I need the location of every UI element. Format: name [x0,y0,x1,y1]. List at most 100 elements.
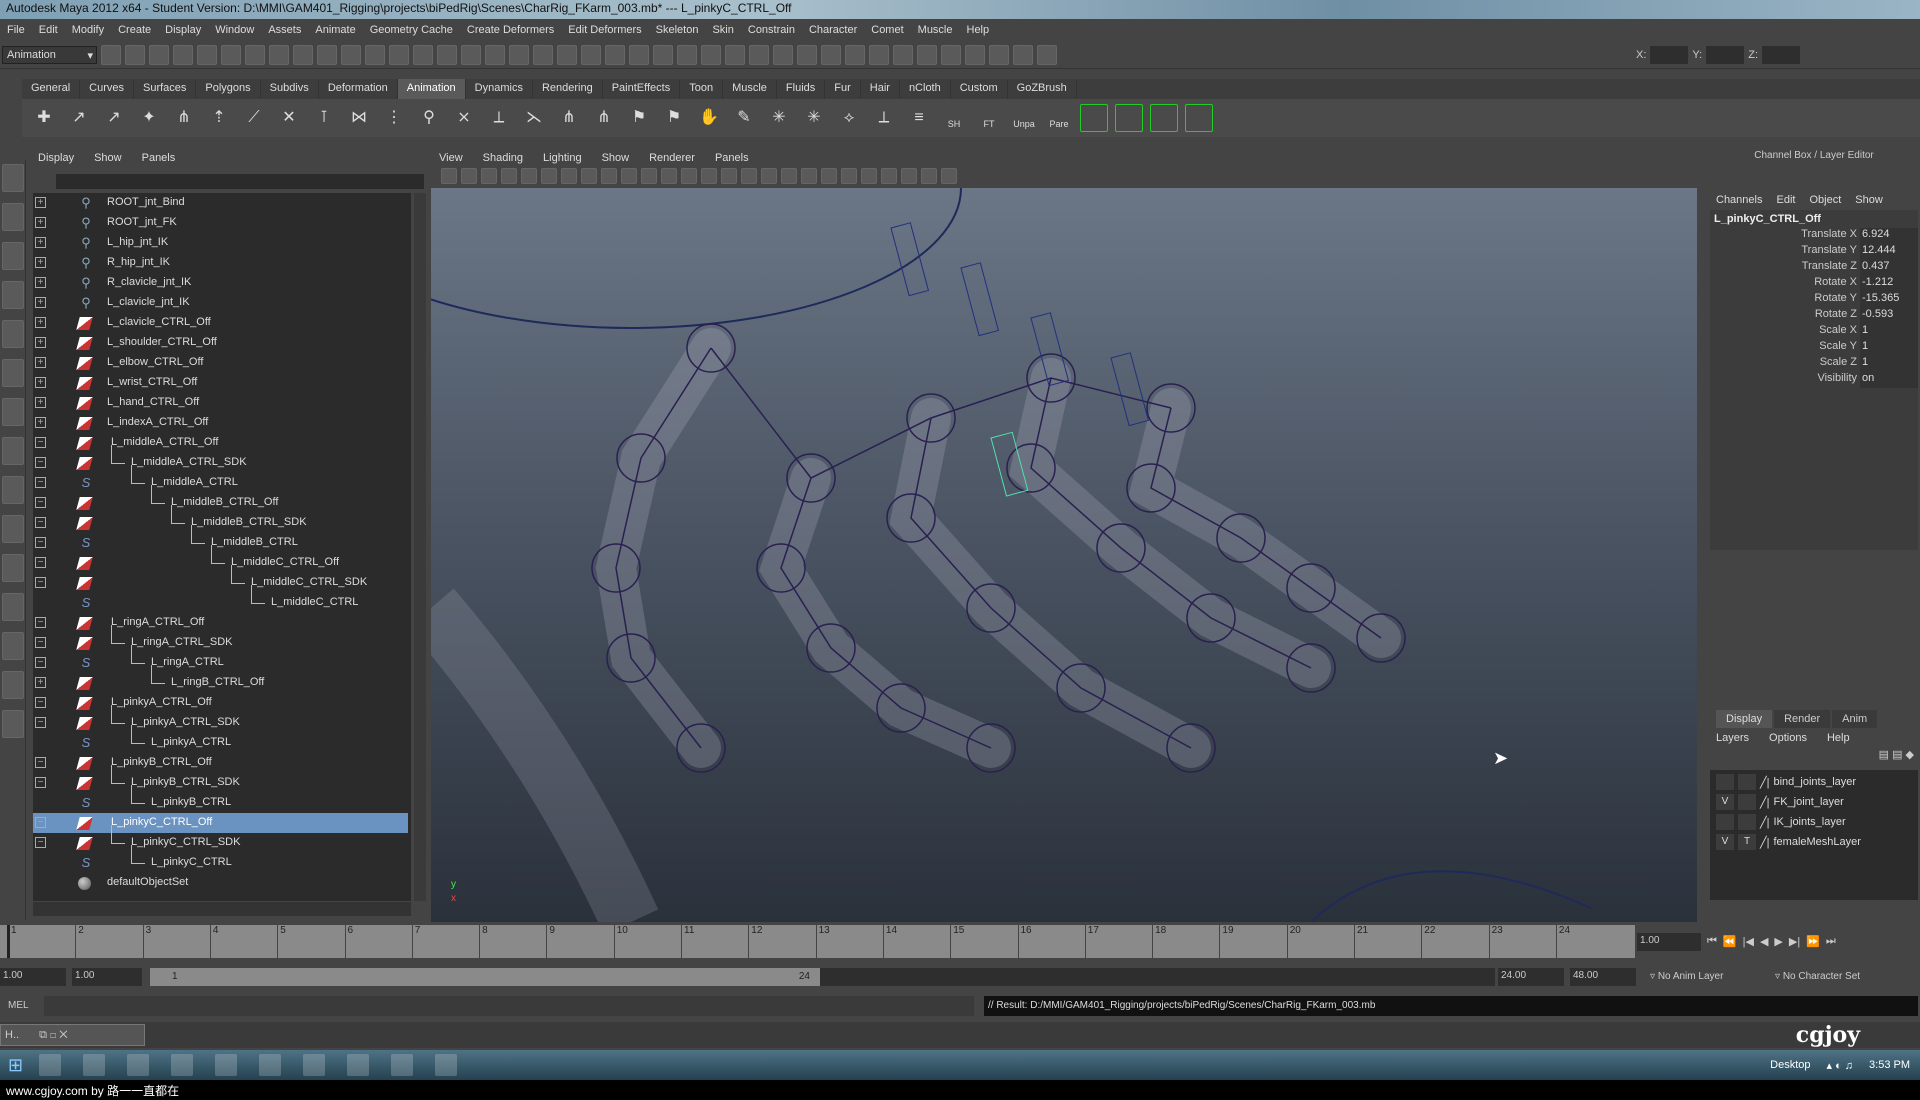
menu-help[interactable]: Help [960,24,997,36]
range-slider[interactable]: 1 24 [150,968,820,986]
expand-icon[interactable]: + [35,417,46,428]
collapse-icon[interactable]: − [35,817,46,828]
shelf-tool-icon[interactable] [1150,104,1178,132]
collapse-icon[interactable]: − [35,457,46,468]
tool-icon[interactable] [677,44,697,65]
display-type-toggle[interactable] [1738,814,1756,830]
layer-row[interactable]: ╱| bind_joints_layer [1716,772,1912,792]
expand-icon[interactable]: + [35,337,46,348]
outliner-item[interactable]: − L_pinkyA_CTRL_SDK [33,705,408,733]
menu-muscle[interactable]: Muscle [911,24,960,36]
firefox-task-icon[interactable] [83,1054,106,1076]
channel-value[interactable]: on [1860,372,1918,388]
manip-tool-icon[interactable] [2,398,24,426]
tool-icon[interactable] [701,44,721,65]
outliner-item[interactable]: S L_pinkyB_CTRL [33,785,408,813]
viewport-tool-icon[interactable] [601,168,617,184]
tool-icon[interactable] [725,44,745,65]
desktop-toolbar[interactable]: Desktop [1770,1059,1810,1071]
step-back-key-icon[interactable]: ⏪ [1723,935,1737,948]
outliner-item[interactable]: defaultObjectSet [33,873,408,893]
viewport-menu-renderer[interactable]: Renderer [649,152,695,164]
paint-task-icon[interactable] [391,1054,414,1076]
collapse-icon[interactable]: − [35,777,46,788]
shelf-tool-icon[interactable]: ⋈ [345,104,373,132]
shelf-tab-muscle[interactable]: Muscle [723,79,777,99]
layer-row[interactable]: V ╱| FK_joint_layer [1716,792,1912,812]
layer-tab-render[interactable]: Render [1774,710,1831,728]
channel-row[interactable]: Rotate X -1.212 [1710,276,1918,292]
shelf-tool-icon[interactable]: ⋮ [380,104,408,132]
shelf-tool-icon[interactable]: ⚲ [415,104,443,132]
outliner-item[interactable]: + L_elbow_CTRL_Off [33,353,408,373]
shelf-tool-icon[interactable]: ✦ [135,104,163,132]
menu-create[interactable]: Create [111,24,158,36]
photoshop-task-icon[interactable] [215,1054,238,1076]
layer-tab-anim[interactable]: Anim [1832,710,1878,728]
menu-comet[interactable]: Comet [864,24,910,36]
outliner-item[interactable]: S L_middleC_CTRL [33,585,408,613]
collapse-icon[interactable]: − [35,837,46,848]
outliner-menu-panels[interactable]: Panels [142,152,176,164]
step-back-frame-icon[interactable]: |◀ [1743,935,1754,948]
shelf-tool-icon[interactable]: ⋔ [170,104,198,132]
maya-task-icon[interactable] [347,1054,370,1076]
outliner-item[interactable]: − L_pinkyB_CTRL_Off [33,753,408,773]
viewport-tool-icon[interactable] [821,168,837,184]
scale-tool-icon[interactable] [2,359,24,387]
tool-icon[interactable] [341,44,361,65]
shelf-tool-icon[interactable]: ✕ [275,104,303,132]
shelf-tool-icon[interactable]: ⚑ [660,104,688,132]
outliner-item[interactable]: + L_shoulder_CTRL_Off [33,333,408,353]
outliner-item[interactable]: − L_middleB_CTRL_SDK [33,505,408,533]
shelf-tool-icon[interactable]: ✳ [765,104,793,132]
play-backwards-icon[interactable]: ◀ [1760,935,1768,948]
collapse-icon[interactable]: − [35,697,46,708]
tool-icon[interactable] [461,44,481,65]
layout-tool-icon[interactable] [2,515,24,543]
tool-icon[interactable] [245,44,265,65]
shelf-tool-icon[interactable] [1080,104,1108,132]
viewport-tool-icon[interactable] [841,168,857,184]
tool-icon[interactable] [653,44,673,65]
tool-icon[interactable] [125,44,145,65]
collapse-icon[interactable]: − [35,437,46,448]
channel-value[interactable]: 6.924 [1860,228,1918,244]
z-field[interactable] [1762,45,1800,64]
layer-row[interactable]: ╱| IK_joints_layer [1716,812,1912,832]
shelf-tab-subdivs[interactable]: Subdivs [261,79,319,99]
shelf-button-pare[interactable]: Pare [1045,104,1073,132]
shelf-tab-toon[interactable]: Toon [680,79,724,99]
viewport-menu-show[interactable]: Show [602,152,630,164]
time-slider[interactable]: 1 2 3 4 5 6 7 8 9 10 11 12 13 14 15 16 17 18 19 20 21 22 23 24 [0,925,1635,958]
tool-icon[interactable] [869,44,889,65]
channel-row[interactable]: Rotate Z -0.593 [1710,308,1918,324]
menu-character[interactable]: Character [802,24,864,36]
show-manip-tool-icon[interactable] [2,476,24,504]
viewport-tool-icon[interactable] [561,168,577,184]
shelf-tool-icon[interactable]: ✚ [30,104,58,132]
tool-icon[interactable] [557,44,577,65]
outliner-item[interactable]: − L_pinkyC_CTRL_Off [33,813,408,833]
shelf-button-ft[interactable]: FT [975,104,1003,132]
layer-menu-layers[interactable]: Layers [1716,732,1749,744]
outliner-item[interactable]: − L_middleC_CTRL_SDK [33,565,408,593]
new-layer-icon[interactable]: ▤ ▤ ◆ [1879,749,1914,761]
outliner-search-input[interactable] [56,174,424,189]
shelf-button-unpa[interactable]: Unpa [1010,104,1038,132]
tool-icon[interactable] [269,44,289,65]
outliner-item[interactable]: + ⚲ ROOT_jnt_Bind [33,193,408,213]
menu-geometry-cache[interactable]: Geometry Cache [363,24,460,36]
outliner-item[interactable]: − S L_ringA_CTRL [33,645,408,673]
outliner-item[interactable]: − L_pinkyA_CTRL_Off [33,693,408,713]
menu-assets[interactable]: Assets [261,24,308,36]
channel-row[interactable]: Scale X1 [1710,324,1918,340]
outliner-item[interactable]: − L_middleC_CTRL_Off [33,545,408,573]
after-effects-task-icon[interactable] [303,1054,326,1076]
lasso-tool-icon[interactable] [2,203,24,231]
soft-mod-tool-icon[interactable] [2,437,24,465]
visibility-toggle[interactable] [1716,814,1734,830]
viewport-tool-icon[interactable] [881,168,897,184]
outliner-item[interactable]: + ⚲ L_clavicle_jnt_IK [33,293,408,313]
channel-value[interactable]: 0.437 [1860,260,1918,276]
